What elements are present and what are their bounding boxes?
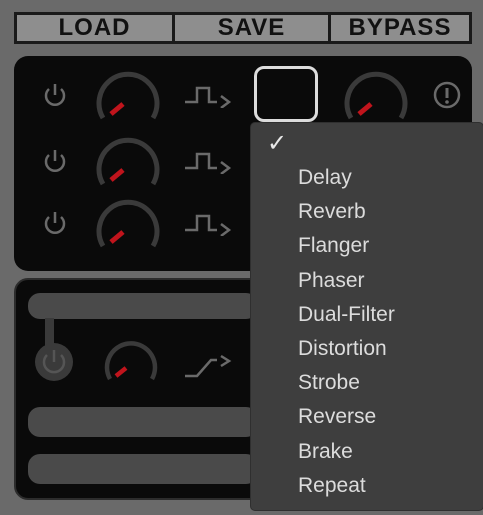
menu-item-reverse[interactable]: Reverse <box>298 402 395 436</box>
power-icon[interactable] <box>41 80 69 108</box>
knob[interactable] <box>93 132 163 194</box>
bypass-button[interactable]: BYPASS <box>331 15 469 41</box>
menu-item-strobe[interactable]: Strobe <box>298 368 395 402</box>
slider-bar[interactable] <box>28 454 258 484</box>
effect-list: Delay Reverb Flanger Phaser Dual-Filter … <box>298 163 395 505</box>
menu-item-phaser[interactable]: Phaser <box>298 266 395 300</box>
slider-bar[interactable] <box>28 293 258 319</box>
knob[interactable] <box>101 335 161 387</box>
effect-select-box[interactable] <box>254 66 318 122</box>
power-icon[interactable] <box>41 208 69 236</box>
knob[interactable] <box>93 66 163 128</box>
save-button[interactable]: SAVE <box>175 15 331 41</box>
menu-item-flanger[interactable]: Flanger <box>298 231 395 265</box>
load-button[interactable]: LOAD <box>17 15 175 41</box>
toolbar: LOAD SAVE BYPASS <box>14 12 472 44</box>
menu-item-distortion[interactable]: Distortion <box>298 334 395 368</box>
effect-dropdown-menu: ✓ Delay Reverb Flanger Phaser Dual-Filte… <box>251 123 483 510</box>
step-shape-icon[interactable] <box>183 148 233 174</box>
menu-item-delay[interactable]: Delay <box>298 163 395 197</box>
knob[interactable] <box>93 194 163 256</box>
slider-bar[interactable] <box>28 407 258 437</box>
knob[interactable] <box>341 66 411 128</box>
checkmark-icon[interactable]: ✓ <box>267 129 287 158</box>
ramp-shape-icon[interactable] <box>183 350 233 380</box>
menu-item-dual-filter[interactable]: Dual-Filter <box>298 300 395 334</box>
menu-item-reverb[interactable]: Reverb <box>298 197 395 231</box>
step-shape-icon[interactable] <box>183 210 233 236</box>
menu-item-repeat[interactable]: Repeat <box>298 471 395 505</box>
power-icon[interactable] <box>34 342 74 382</box>
menu-item-brake[interactable]: Brake <box>298 437 395 471</box>
info-icon[interactable] <box>432 80 462 115</box>
power-icon[interactable] <box>41 146 69 174</box>
step-shape-icon[interactable] <box>183 82 233 108</box>
